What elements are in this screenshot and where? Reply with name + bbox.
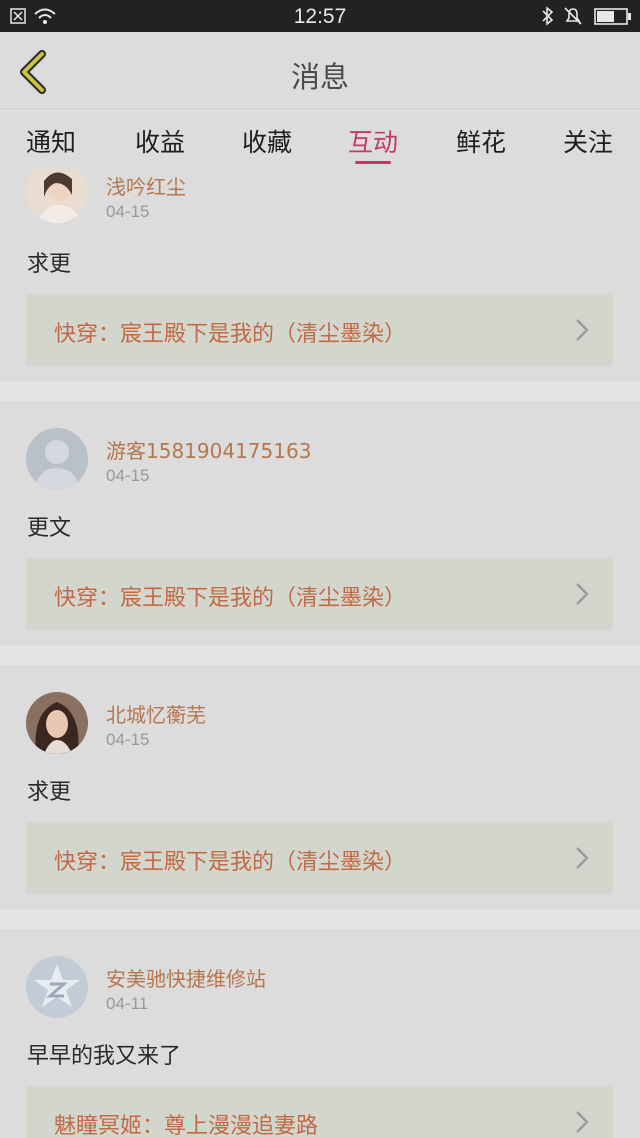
- user-avatar-photo[interactable]: [26, 692, 88, 754]
- username[interactable]: 浅吟红尘: [106, 171, 186, 200]
- book-title: 魅瞳冥姬：尊上漫漫追妻路: [54, 1114, 319, 1138]
- tab-following[interactable]: 关注: [543, 123, 633, 159]
- bluetooth-icon: [542, 6, 554, 26]
- avatar-image: [26, 692, 88, 754]
- tab-flowers[interactable]: 鲜花: [436, 123, 526, 159]
- mute-icon: [564, 7, 582, 25]
- qq-logo-icon: [26, 956, 88, 1018]
- user-avatar-default[interactable]: [26, 428, 88, 490]
- username[interactable]: 安美驰快捷维修站: [106, 963, 266, 992]
- book-link[interactable]: 魅瞳冥姬：尊上漫漫追妻路: [26, 1086, 613, 1138]
- tab-earnings[interactable]: 收益: [115, 123, 205, 159]
- chevron-right-icon: [576, 1111, 589, 1133]
- tab-notifications[interactable]: 通知: [6, 123, 96, 159]
- message-list[interactable]: 浅吟红尘 04-15 求更 快穿：宸王殿下是我的（清尘墨染） 游客1581904…: [0, 169, 640, 1138]
- battery-icon: [594, 8, 631, 25]
- chevron-right-icon: [576, 847, 589, 869]
- active-tab-indicator: [355, 161, 391, 164]
- page-title: 消息: [290, 60, 349, 94]
- user-avatar-qq[interactable]: [26, 956, 88, 1018]
- status-bar: 12:57: [0, 0, 640, 32]
- book-link[interactable]: 快穿：宸王殿下是我的（清尘墨染）: [26, 294, 613, 366]
- book-link[interactable]: 快穿：宸王殿下是我的（清尘墨染）: [26, 558, 613, 630]
- tab-interactions[interactable]: 互动: [328, 123, 418, 159]
- message-date: 04-15: [106, 730, 150, 749]
- message-card: 安美驰快捷维修站 04-11 早早的我又来了 魅瞳冥姬：尊上漫漫追妻路: [0, 929, 640, 1138]
- comment-text: 求更: [27, 252, 72, 277]
- chevron-right-icon: [576, 583, 589, 605]
- top-navigation-bar: 消息: [0, 32, 640, 110]
- message-card: 北城忆蘅芜 04-15 求更 快穿：宸王殿下是我的（清尘墨染）: [0, 665, 640, 909]
- chevron-right-icon: [576, 319, 589, 341]
- comment-text: 求更: [27, 780, 72, 805]
- comment-text: 更文: [27, 516, 72, 541]
- comment-text: 早早的我又来了: [27, 1044, 182, 1069]
- default-user-icon: [26, 428, 88, 490]
- book-link[interactable]: 快穿：宸王殿下是我的（清尘墨染）: [26, 822, 613, 894]
- book-title: 快穿：宸王殿下是我的（清尘墨染）: [54, 850, 407, 875]
- username[interactable]: 北城忆蘅芜: [106, 699, 206, 728]
- book-title: 快穿：宸王殿下是我的（清尘墨染）: [54, 586, 407, 611]
- tab-favorites[interactable]: 收藏: [222, 123, 312, 159]
- message-date: 04-11: [106, 994, 149, 1013]
- tab-bar: 通知 收益 收藏 互动 鲜花 关注: [0, 111, 640, 169]
- message-date: 04-15: [106, 466, 150, 485]
- message-card: 游客1581904175163 04-15 更文 快穿：宸王殿下是我的（清尘墨染…: [0, 401, 640, 645]
- message-card: 浅吟红尘 04-15 求更 快穿：宸王殿下是我的（清尘墨染）: [0, 169, 640, 381]
- book-title: 快穿：宸王殿下是我的（清尘墨染）: [54, 322, 407, 347]
- username[interactable]: 游客1581904175163: [106, 435, 311, 464]
- user-avatar-photo[interactable]: [26, 169, 88, 223]
- avatar-image: [26, 169, 88, 223]
- message-date: 04-15: [106, 202, 150, 221]
